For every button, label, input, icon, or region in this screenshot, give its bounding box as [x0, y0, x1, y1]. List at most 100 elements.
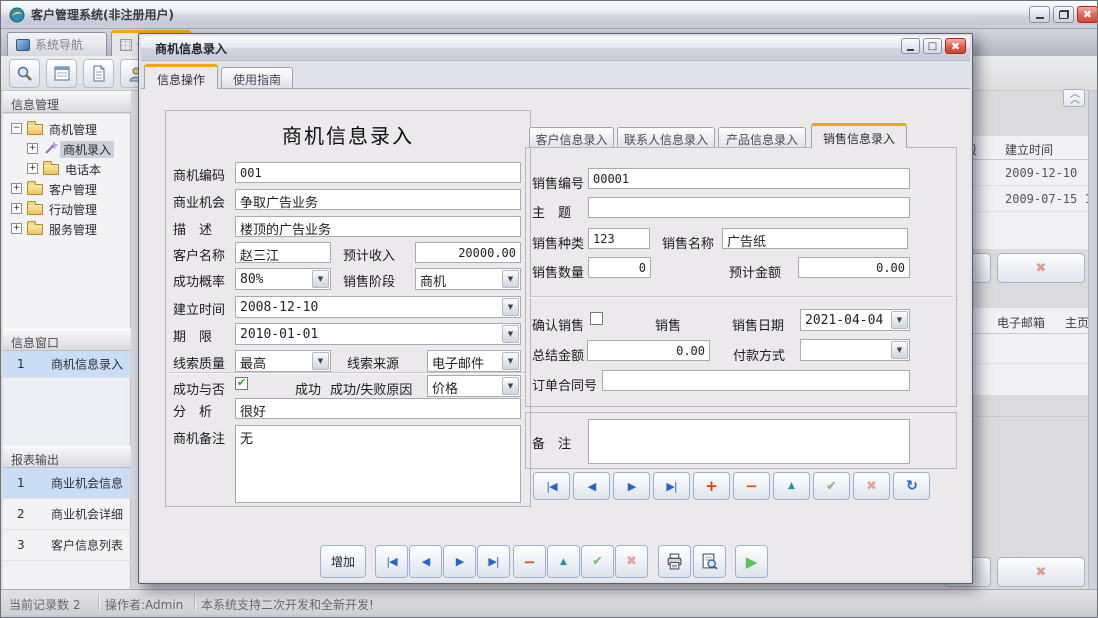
- delete-record-button[interactable]: ✖: [997, 557, 1085, 587]
- collapse-panel-button[interactable]: ︿︿: [1063, 89, 1085, 107]
- total-amount-input[interactable]: 0.00: [587, 340, 710, 361]
- table-cell-date[interactable]: 2009-07-15 12: [1005, 192, 1088, 206]
- dropdown-arrow-icon[interactable]: [312, 352, 329, 370]
- category-input[interactable]: 123: [588, 228, 650, 249]
- dropdown-arrow-icon[interactable]: [502, 377, 519, 395]
- nav-edit-button[interactable]: ▲: [773, 472, 810, 500]
- tab-product-entry[interactable]: 产品信息录入: [718, 127, 806, 148]
- confirm-sale-checkbox[interactable]: [590, 312, 603, 325]
- close-button[interactable]: ✖: [1077, 6, 1098, 23]
- dropdown-arrow-icon[interactable]: [502, 325, 519, 343]
- section-header-info-management[interactable]: 信息管理: [3, 91, 131, 113]
- tree-item-service-mgmt[interactable]: + 服务管理: [3, 218, 131, 238]
- remark-textarea[interactable]: 无: [235, 425, 521, 503]
- payment-dropdown[interactable]: [800, 339, 910, 361]
- section-header-info-window[interactable]: 信息窗口: [3, 329, 131, 351]
- dropdown-arrow-icon[interactable]: [502, 298, 519, 316]
- dropdown-arrow-icon[interactable]: [502, 270, 519, 288]
- collapse-expander-icon[interactable]: −: [11, 123, 22, 134]
- nav-post-button[interactable]: ✔: [813, 472, 850, 500]
- dialog-close-button[interactable]: ✖: [945, 38, 966, 54]
- reason-dropdown[interactable]: 价格: [427, 375, 521, 397]
- toolbar-post-button[interactable]: ✔: [581, 545, 614, 578]
- nav-prior-button[interactable]: ◀: [573, 472, 610, 500]
- dialog-minimize-button[interactable]: [901, 38, 920, 54]
- analysis-input[interactable]: 很好: [235, 398, 521, 419]
- probability-dropdown[interactable]: 80%: [235, 268, 331, 290]
- toolbar-last-button[interactable]: ▶|: [477, 545, 510, 578]
- success-checkbox[interactable]: [235, 377, 248, 390]
- dropdown-arrow-icon[interactable]: [891, 341, 908, 359]
- toolbar-delete-button[interactable]: −: [513, 545, 546, 578]
- lead-source-dropdown[interactable]: 电子邮件: [427, 350, 521, 372]
- dropdown-arrow-icon[interactable]: [891, 311, 908, 329]
- sale-date-dropdown[interactable]: 2021-04-04: [800, 309, 910, 331]
- income-input[interactable]: 20000.00: [415, 242, 521, 263]
- stage-dropdown[interactable]: 商机: [415, 268, 521, 290]
- toolbar-prior-button[interactable]: ◀: [409, 545, 442, 578]
- run-button[interactable]: ▶: [735, 545, 768, 578]
- table-cell-date[interactable]: 2009-12-10: [1005, 166, 1077, 180]
- nav-cancel-button[interactable]: ✖: [853, 472, 890, 500]
- tree-item-opportunity-entry[interactable]: + 商机录入: [3, 138, 131, 158]
- customer-input[interactable]: 赵三江: [235, 242, 331, 263]
- tree-item-customer-mgmt[interactable]: + 客户管理: [3, 178, 131, 198]
- tab-system-nav[interactable]: 系统导航: [7, 32, 107, 56]
- document-button[interactable]: [83, 59, 114, 88]
- expand-expander-icon[interactable]: +: [11, 203, 22, 214]
- toolbar-next-button[interactable]: ▶: [443, 545, 476, 578]
- tree-item-action-mgmt[interactable]: + 行动管理: [3, 198, 131, 218]
- dialog-tab-guide[interactable]: 使用指南: [221, 67, 293, 89]
- tab-sales-entry[interactable]: 销售信息录入: [811, 123, 907, 148]
- nav-next-button[interactable]: ▶: [613, 472, 650, 500]
- report-item-1[interactable]: 1 商业机会信息: [3, 468, 131, 499]
- dialog-titlebar[interactable]: 商机信息录入: [141, 36, 970, 61]
- section-header-report-output[interactable]: 报表输出: [3, 446, 131, 468]
- code-input[interactable]: 001: [235, 162, 521, 183]
- print-button[interactable]: [658, 545, 691, 578]
- expand-expander-icon[interactable]: +: [27, 143, 38, 154]
- tree-item-phonebook[interactable]: + 电话本: [3, 158, 131, 178]
- main-titlebar[interactable]: 客户管理系统(非注册用户) ✖: [1, 1, 1097, 29]
- minimize-button[interactable]: [1029, 6, 1050, 23]
- dropdown-arrow-icon[interactable]: [312, 270, 329, 288]
- nav-last-button[interactable]: ▶|: [653, 472, 690, 500]
- contract-input[interactable]: [602, 370, 910, 391]
- subject-input[interactable]: [588, 197, 910, 218]
- expand-expander-icon[interactable]: +: [11, 223, 22, 234]
- lead-quality-dropdown[interactable]: 最高: [235, 350, 331, 372]
- quantity-input[interactable]: 0: [588, 257, 651, 278]
- nav-refresh-button[interactable]: ↻: [893, 472, 930, 500]
- print-preview-button[interactable]: [693, 545, 726, 578]
- dropdown-arrow-icon[interactable]: [502, 352, 519, 370]
- deadline-date-dropdown[interactable]: 2010-01-01: [235, 323, 521, 345]
- expand-expander-icon[interactable]: +: [11, 183, 22, 194]
- tab-customer-entry[interactable]: 客户信息录入: [529, 127, 614, 148]
- delete-record-button[interactable]: ✖: [997, 253, 1085, 283]
- toolbar-first-button[interactable]: |◀: [375, 545, 408, 578]
- description-input[interactable]: 楼顶的广告业务: [235, 216, 521, 237]
- tree-item-opportunity-mgmt[interactable]: − 商机管理: [3, 118, 131, 138]
- opportunity-input[interactable]: 争取广告业务: [235, 189, 521, 210]
- search-button[interactable]: [9, 59, 40, 88]
- nav-delete-button[interactable]: −: [733, 472, 770, 500]
- nav-insert-button[interactable]: +: [693, 472, 730, 500]
- note-textarea[interactable]: [588, 419, 910, 464]
- sale-no-input[interactable]: 00001: [588, 168, 910, 189]
- restore-button[interactable]: [1053, 6, 1074, 23]
- toolbar-cancel-button[interactable]: ✖: [615, 545, 648, 578]
- report-item-2[interactable]: 2 商业机会详细: [3, 499, 131, 530]
- toolbar-edit-button[interactable]: ▲: [547, 545, 580, 578]
- nav-first-button[interactable]: |◀: [533, 472, 570, 500]
- report-item-3[interactable]: 3 客户信息列表: [3, 530, 131, 561]
- est-amount-input[interactable]: 0.00: [798, 257, 910, 278]
- dialog-maximize-button[interactable]: □: [923, 38, 942, 54]
- add-button[interactable]: 增加: [320, 545, 366, 578]
- created-date-dropdown[interactable]: 2008-12-10: [235, 296, 521, 318]
- dialog-tab-operations[interactable]: 信息操作: [144, 64, 218, 89]
- sale-name-input[interactable]: 广告纸: [722, 228, 908, 249]
- tab-contact-entry[interactable]: 联系人信息录入: [617, 127, 715, 148]
- form-view-button[interactable]: [46, 59, 77, 88]
- list-item-opportunity-entry[interactable]: 1 商机信息录入: [3, 351, 131, 378]
- expand-expander-icon[interactable]: +: [27, 163, 38, 174]
